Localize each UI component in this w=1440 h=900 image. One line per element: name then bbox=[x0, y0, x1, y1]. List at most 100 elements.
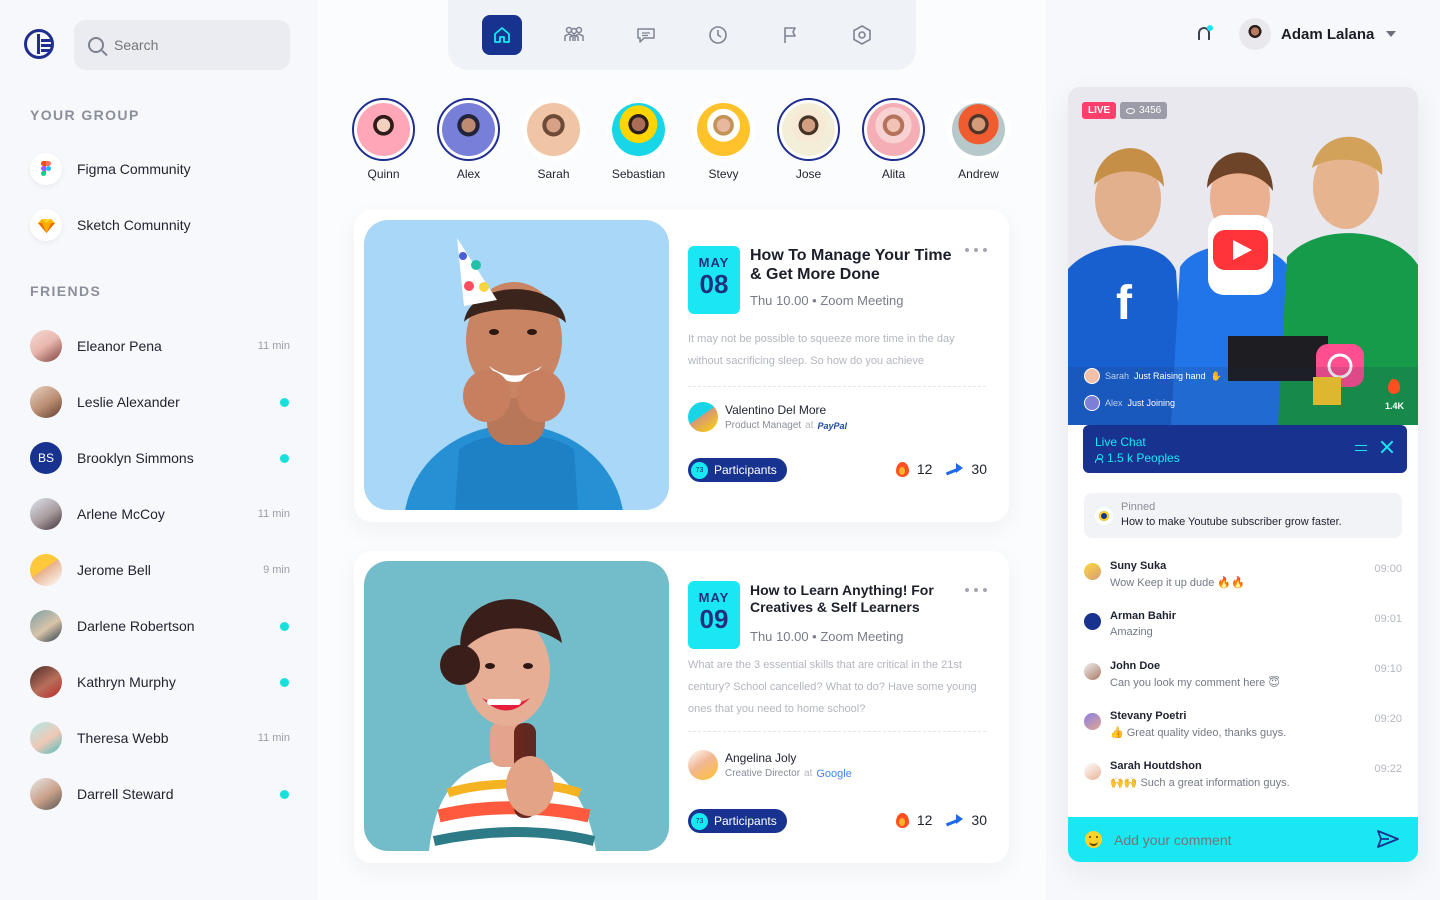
avatar bbox=[30, 778, 62, 810]
event-host[interactable]: Valentino Del More Product Managet at PayP… bbox=[688, 402, 847, 432]
chat-message: John Doe Can you look my comment here 😇 … bbox=[1084, 660, 1402, 696]
comment-input[interactable] bbox=[1114, 831, 1418, 848]
story-name: Jose bbox=[795, 167, 822, 181]
friend-item[interactable]: Leslie Alexander bbox=[30, 386, 290, 418]
message-author: Arman Bahir bbox=[1110, 610, 1177, 622]
friend-item[interactable]: Theresa Webb 11 min bbox=[30, 722, 290, 754]
event-host[interactable]: Angelina Joly Creative Director at Google bbox=[688, 750, 852, 780]
friend-name: Kathryn Murphy bbox=[77, 674, 176, 690]
online-indicator bbox=[280, 789, 289, 799]
pinned-label: Pinned bbox=[1121, 501, 1156, 513]
event-reactions: 12 30 bbox=[895, 461, 987, 477]
last-seen-time: 11 min bbox=[257, 508, 290, 520]
event-time: Thu 10.00 bbox=[750, 293, 809, 308]
story-item[interactable]: Andrew bbox=[947, 98, 1010, 181]
main-feed: Quinn Alex Sarah Sebastian Stevy Jose Al… bbox=[318, 0, 1046, 900]
search-box[interactable] bbox=[74, 20, 290, 70]
live-badge: LIVE bbox=[1082, 102, 1117, 119]
friend-item[interactable]: Darlene Robertson bbox=[30, 610, 290, 642]
online-indicator bbox=[280, 453, 289, 463]
chat-message: Sarah Houtdshon 🙌🙌 Such a great informat… bbox=[1084, 760, 1402, 796]
avatar bbox=[1239, 18, 1271, 50]
story-name: Alex bbox=[456, 167, 481, 181]
app-logo-icon[interactable] bbox=[24, 29, 54, 59]
sidebar-group-sketch[interactable]: Sketch Comunnity bbox=[30, 209, 290, 241]
nav-home-button[interactable] bbox=[482, 15, 522, 55]
more-options-icon[interactable] bbox=[965, 248, 987, 252]
friend-item[interactable]: Eleanor Pena 11 min bbox=[30, 330, 290, 362]
message-text: 🙌🙌 Such a great information guys. bbox=[1110, 777, 1290, 789]
fire-icon[interactable] bbox=[895, 812, 909, 828]
host-name: Angelina Joly bbox=[725, 750, 797, 765]
divider bbox=[688, 731, 986, 732]
viewer-count: 3456 bbox=[1120, 102, 1168, 119]
fire-icon[interactable] bbox=[895, 461, 909, 477]
emoji-icon[interactable] bbox=[1085, 831, 1102, 848]
participants-button[interactable]: 73 Participants bbox=[688, 809, 787, 833]
nav-groups-button[interactable] bbox=[554, 15, 594, 55]
friend-item[interactable]: Arlene McCoy 11 min bbox=[30, 498, 290, 530]
share-count: 30 bbox=[971, 812, 987, 828]
top-nav bbox=[448, 0, 916, 70]
notification-bell-icon[interactable] bbox=[1196, 25, 1213, 43]
story-item[interactable]: Alex bbox=[437, 98, 500, 181]
friend-item[interactable]: Jerome Bell 9 min bbox=[30, 554, 290, 586]
pinned-message[interactable]: Pinned How to make Youtube subscriber gr… bbox=[1084, 493, 1402, 538]
story-item[interactable]: Quinn bbox=[352, 98, 415, 181]
story-item[interactable]: Alita bbox=[862, 98, 925, 181]
online-indicator bbox=[280, 621, 289, 631]
story-item[interactable]: Sebastian bbox=[607, 98, 670, 181]
live-stream-panel: f LIVE 3456 Sarah Just Raising hand ✋ Alex… bbox=[1068, 87, 1418, 862]
friend-item[interactable]: Kathryn Murphy bbox=[30, 666, 290, 698]
event-month: MAY bbox=[698, 590, 730, 605]
avatar bbox=[30, 722, 62, 754]
nav-flag-button[interactable] bbox=[770, 15, 810, 55]
friend-name: Darrell Steward bbox=[77, 786, 174, 802]
story-item[interactable]: Stevy bbox=[692, 98, 755, 181]
chevron-down-icon bbox=[1386, 31, 1397, 37]
avatar bbox=[688, 750, 718, 780]
message-time: 09:22 bbox=[1374, 763, 1402, 775]
participants-label: Participants bbox=[714, 463, 777, 477]
friend-item[interactable]: Darrell Steward bbox=[30, 778, 290, 810]
message-time: 09:01 bbox=[1374, 613, 1402, 625]
avatar bbox=[1084, 368, 1100, 384]
participants-button[interactable]: 73 Participants bbox=[688, 458, 787, 482]
friends-heading: FRIENDS bbox=[30, 283, 102, 299]
friend-name: Leslie Alexander bbox=[77, 394, 180, 410]
story-item[interactable]: Jose bbox=[777, 98, 840, 181]
pin-icon bbox=[1095, 507, 1113, 525]
event-title[interactable]: How to Learn Anything! For Creatives & S… bbox=[750, 582, 955, 616]
message-text: Can you look my comment here 😇 bbox=[1110, 677, 1280, 689]
sidebar-group-figma[interactable]: Figma Community bbox=[30, 153, 290, 185]
search-input[interactable] bbox=[114, 37, 264, 53]
chat-message: Stevany Poetri 👍 Great quality video, th… bbox=[1084, 710, 1402, 746]
story-item[interactable]: Sarah bbox=[522, 98, 585, 181]
share-icon[interactable] bbox=[946, 463, 964, 475]
event-day: 09 bbox=[699, 604, 729, 634]
send-icon[interactable] bbox=[1377, 830, 1399, 848]
nav-history-button[interactable] bbox=[698, 15, 738, 55]
user-menu[interactable]: Adam Lalana bbox=[1239, 18, 1397, 50]
friend-item[interactable]: BS Brooklyn Simmons bbox=[30, 442, 290, 474]
nav-messages-button[interactable] bbox=[626, 15, 666, 55]
filter-icon[interactable] bbox=[1355, 443, 1367, 452]
message-time: 09:00 bbox=[1374, 563, 1402, 575]
live-video[interactable]: f LIVE 3456 Sarah Just Raising hand ✋ Alex… bbox=[1068, 87, 1418, 425]
live-chat-count: 1.5 k Peoples bbox=[1095, 451, 1395, 465]
event-card[interactable]: MAY 09 How to Learn Anything! For Creati… bbox=[354, 551, 1009, 863]
share-icon[interactable] bbox=[946, 814, 964, 826]
pinned-text: How to make Youtube subscriber grow fast… bbox=[1121, 516, 1342, 528]
message-text: 👍 Great quality video, thanks guys. bbox=[1110, 727, 1287, 739]
avatar bbox=[867, 103, 920, 156]
avatar bbox=[688, 402, 718, 432]
close-icon[interactable] bbox=[1381, 441, 1393, 453]
event-card[interactable]: MAY 08 How To Manage Your Time & Get Mor… bbox=[354, 210, 1009, 522]
nav-settings-button[interactable] bbox=[842, 15, 882, 55]
more-options-icon[interactable] bbox=[965, 588, 987, 592]
fire-icon[interactable] bbox=[1388, 379, 1400, 394]
settings-icon bbox=[853, 25, 871, 45]
event-title[interactable]: How To Manage Your Time & Get More Done bbox=[750, 246, 955, 284]
avatar bbox=[952, 103, 1005, 156]
stream-activity: Alex Just Joining bbox=[1084, 395, 1175, 411]
